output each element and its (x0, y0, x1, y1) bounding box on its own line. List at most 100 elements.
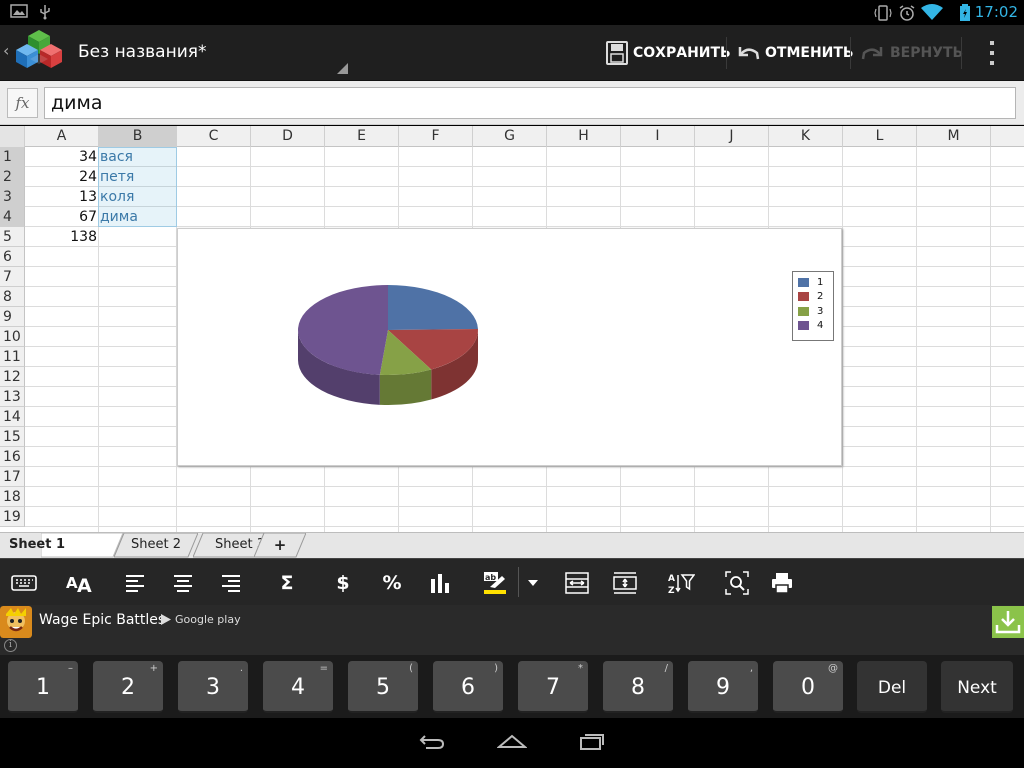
tab-sheet-2[interactable]: Sheet 2 (72, 533, 198, 558)
pie-chart[interactable]: 1 2 3 4 (177, 228, 842, 466)
key-6[interactable]: 6) (433, 661, 503, 713)
key-8[interactable]: 8/ (603, 661, 673, 713)
row-header[interactable]: 1 (0, 147, 25, 167)
alarm-icon (899, 5, 915, 21)
tab-sheet-3[interactable]: Sheet 3 (146, 533, 287, 558)
column-width-button[interactable] (560, 566, 594, 600)
row-header[interactable]: 14 (0, 407, 25, 427)
column-header[interactable]: M (917, 126, 991, 147)
column-header[interactable]: J (695, 126, 769, 147)
align-left-button[interactable] (118, 566, 152, 600)
row-header[interactable]: 2 (0, 167, 25, 187)
key-3[interactable]: 3. (178, 661, 248, 713)
row-header[interactable]: 6 (0, 247, 25, 267)
save-button[interactable]: СОХРАНИТЬ (606, 25, 731, 81)
keyboard-toggle-button[interactable] (7, 566, 41, 600)
row-header[interactable]: 17 (0, 467, 25, 487)
row-header[interactable]: 10 (0, 327, 25, 347)
app-logo-icon[interactable] (14, 28, 64, 78)
cell-a5[interactable]: 138 (25, 227, 97, 247)
sort-filter-button[interactable]: A Z (664, 566, 698, 600)
cell-b4[interactable]: дима (99, 207, 175, 227)
color-dropdown-button[interactable] (518, 566, 548, 600)
cell-b3[interactable]: коля (99, 187, 175, 207)
google-play-badge[interactable]: Google play (160, 613, 241, 626)
cell-grid[interactable]: 34 вася 24 петя 13 коля 67 дима 138 1234 (25, 147, 1024, 532)
cell-b1[interactable]: вася (99, 147, 175, 167)
row-header[interactable]: 16 (0, 447, 25, 467)
select-all-corner[interactable] (0, 126, 25, 147)
insert-chart-button[interactable] (423, 566, 457, 600)
column-header[interactable]: G (473, 126, 547, 147)
spreadsheet-grid-area[interactable]: ABCDEFGHIJKLM 1 2 3 4 5 6 7 8 9 10 11 12 13 14 15 16 17 1… (0, 126, 1024, 532)
cell-a1[interactable]: 34 (25, 147, 97, 167)
back-caret-icon[interactable]: ‹ (3, 41, 9, 60)
font-button[interactable]: A A (62, 566, 96, 600)
ad-banner[interactable]: Wage Epic Battles Google play i (0, 605, 1024, 655)
column-header[interactable]: K (769, 126, 843, 147)
column-header[interactable]: B (99, 126, 177, 147)
column-header[interactable]: L (843, 126, 917, 147)
column-header[interactable]: F (399, 126, 473, 147)
print-button[interactable] (765, 566, 799, 600)
add-sheet-label: + (273, 536, 287, 554)
ad-title[interactable]: Wage Epic Battles (39, 612, 165, 628)
key-delete[interactable]: Del (857, 661, 927, 713)
column-header[interactable]: D (251, 126, 325, 147)
image-notification-icon (10, 4, 28, 18)
recent-apps-icon[interactable] (578, 732, 606, 752)
row-header[interactable]: 12 (0, 367, 25, 387)
find-button[interactable] (720, 566, 754, 600)
column-header[interactable]: C (177, 126, 251, 147)
back-icon[interactable] (418, 732, 446, 752)
row-header[interactable]: 3 (0, 187, 25, 207)
row-header[interactable]: 13 (0, 387, 25, 407)
row-header[interactable]: 8 (0, 287, 25, 307)
row-header[interactable]: 18 (0, 487, 25, 507)
currency-format-button[interactable]: $ (326, 566, 360, 600)
row-header[interactable]: 11 (0, 347, 25, 367)
text-color-button[interactable]: ab (478, 566, 512, 600)
column-header[interactable]: H (547, 126, 621, 147)
key-7[interactable]: 7 * (518, 661, 588, 713)
key-label: 2 (121, 675, 135, 700)
function-button[interactable]: fx (7, 88, 38, 118)
key-4[interactable]: 4 = (263, 661, 333, 713)
home-icon[interactable] (497, 732, 527, 752)
cell-a3[interactable]: 13 (25, 187, 97, 207)
add-sheet-button[interactable]: + (228, 533, 306, 558)
key-9[interactable]: 9, (688, 661, 758, 713)
key-2[interactable]: 2 + (93, 661, 163, 713)
title-dropdown-indicator-icon[interactable] (337, 63, 348, 74)
ad-app-icon[interactable] (0, 606, 32, 638)
cell-a2[interactable]: 24 (25, 167, 97, 187)
column-header[interactable]: E (325, 126, 399, 147)
align-right-button[interactable] (214, 566, 248, 600)
row-header[interactable]: 5 (0, 227, 25, 247)
key-next[interactable]: Next (941, 661, 1013, 713)
row-height-button[interactable] (608, 566, 642, 600)
percent-format-button[interactable]: % (375, 566, 409, 600)
tab-sheet-1[interactable]: Sheet 1 (0, 533, 123, 558)
column-header[interactable]: I (621, 126, 695, 147)
key-1[interactable]: 1– (8, 661, 78, 713)
row-header[interactable]: 9 (0, 307, 25, 327)
cell-a4[interactable]: 67 (25, 207, 97, 227)
formula-input[interactable]: дима (44, 87, 1016, 119)
row-header[interactable]: 19 (0, 507, 25, 527)
row-header[interactable]: 7 (0, 267, 25, 287)
key-5[interactable]: 5( (348, 661, 418, 713)
autosum-button[interactable]: Σ (270, 566, 304, 600)
row-header[interactable]: 4 (0, 207, 25, 227)
key-0[interactable]: 0 @ (773, 661, 843, 713)
row-header[interactable]: 15 (0, 427, 25, 447)
cell-b2[interactable]: петя (99, 167, 175, 187)
undo-button[interactable]: ОТМЕНИТЬ (736, 25, 854, 81)
align-center-button[interactable] (166, 566, 200, 600)
ad-info-icon[interactable]: i (4, 639, 17, 652)
column-header[interactable]: A (25, 126, 99, 147)
document-title[interactable]: Без названия* (78, 42, 206, 62)
ad-download-button[interactable] (992, 606, 1024, 638)
overflow-menu-icon[interactable] (980, 39, 1004, 67)
redo-button[interactable]: ВЕРНУТЬ (861, 25, 963, 81)
